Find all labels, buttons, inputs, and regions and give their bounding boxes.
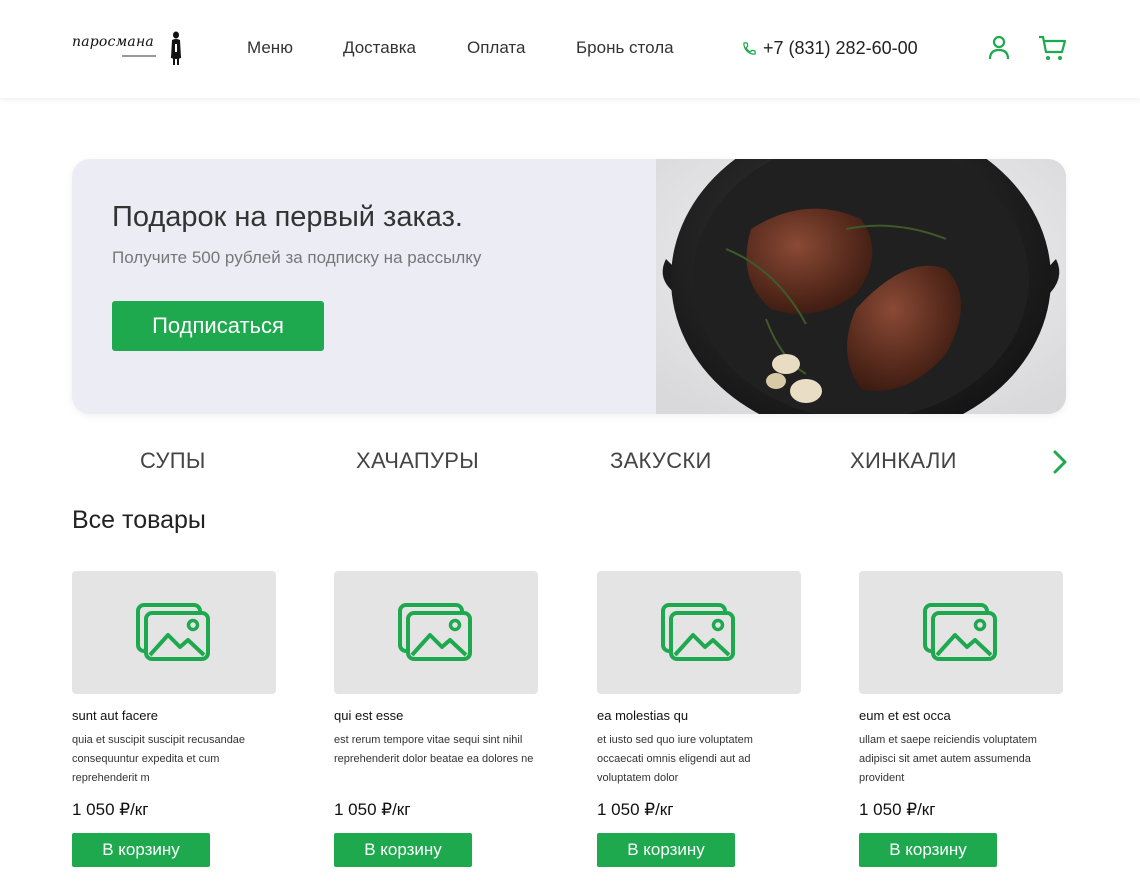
nav-item-delivery[interactable]: Доставка <box>343 38 416 58</box>
add-to-cart-button[interactable]: В корзину <box>334 833 472 867</box>
logo-figure-icon <box>171 31 181 65</box>
add-to-cart-button[interactable]: В корзину <box>597 833 735 867</box>
section-title: Все товары <box>72 506 206 534</box>
cart-icon[interactable] <box>1037 34 1067 62</box>
product-image[interactable] <box>859 571 1063 694</box>
add-to-cart-button[interactable]: В корзину <box>72 833 210 867</box>
phone-number: +7 (831) 282-60-00 <box>763 38 918 58</box>
site-header: паросмана Меню Доставка Оплата Бронь сто… <box>0 0 1140 98</box>
product-title: sunt aut facere <box>72 708 158 723</box>
user-icon[interactable] <box>987 34 1011 62</box>
nav-item-menu[interactable]: Меню <box>247 38 293 58</box>
product-image[interactable] <box>72 571 276 694</box>
product-card: qui est esse est rerum tempore vitae seq… <box>334 571 539 867</box>
chevron-right-icon[interactable] <box>1050 449 1070 475</box>
product-title: ea molestias qu <box>597 708 689 723</box>
logo-text: паросмана <box>72 34 154 50</box>
banner-subtitle: Получите 500 рублей за подписку на рассы… <box>112 248 482 267</box>
product-price: 1 050 ₽/кг <box>334 800 411 819</box>
logo[interactable]: паросмана <box>72 30 186 66</box>
logo-underline <box>122 55 156 57</box>
image-placeholder-icon <box>398 602 472 661</box>
product-card: ea molestias qu et iusto sed quo iure vo… <box>597 571 802 867</box>
product-description: quia et suscipit suscipit recusandae con… <box>72 734 246 784</box>
product-card: eum et est occa ullam et saepe reiciendi… <box>859 571 1064 867</box>
product-description: est rerum tempore vitae sequi sint nihil… <box>334 734 534 765</box>
banner-title: Подарок на первый заказ. <box>112 201 463 233</box>
nav-item-payment[interactable]: Оплата <box>467 38 525 58</box>
category-soups[interactable]: СУПЫ <box>140 448 206 474</box>
image-placeholder-icon <box>923 602 997 661</box>
product-description: ullam et saepe reiciendis voluptatem adi… <box>859 734 1037 784</box>
product-title: eum et est occa <box>859 708 951 723</box>
category-khinkali[interactable]: ХИНКАЛИ <box>850 448 957 474</box>
product-price: 1 050 ₽/кг <box>859 800 936 819</box>
image-placeholder-icon <box>661 602 735 661</box>
product-card: sunt aut facere quia et suscipit suscipi… <box>72 571 277 867</box>
phone-link[interactable]: +7 (831) 282-60-00 <box>742 38 918 59</box>
product-title: qui est esse <box>334 708 404 723</box>
add-to-cart-button[interactable]: В корзину <box>859 833 997 867</box>
product-price: 1 050 ₽/кг <box>72 800 149 819</box>
category-snacks[interactable]: ЗАКУСКИ <box>610 448 712 474</box>
steak-pan-image <box>656 159 1066 414</box>
product-description: et iusto sed quo iure voluptatem occaeca… <box>597 734 753 784</box>
product-image[interactable] <box>334 571 538 694</box>
nav-item-booking[interactable]: Бронь стола <box>576 38 674 58</box>
category-khachapuri[interactable]: ХАЧАПУРЫ <box>356 448 479 474</box>
product-price: 1 050 ₽/кг <box>597 800 674 819</box>
image-placeholder-icon <box>136 602 210 661</box>
promo-banner: Подарок на первый заказ. Получите 500 ру… <box>72 159 1066 414</box>
subscribe-button[interactable]: Подписаться <box>112 301 324 351</box>
phone-icon <box>743 42 756 55</box>
product-image[interactable] <box>597 571 801 694</box>
